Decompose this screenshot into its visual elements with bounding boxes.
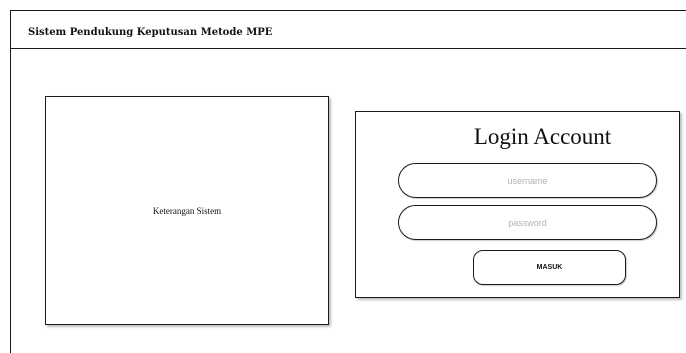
- system-info-panel: Keterangan Sistem: [45, 96, 329, 325]
- system-info-text: Keterangan Sistem: [152, 205, 222, 216]
- password-input[interactable]: [398, 205, 657, 240]
- login-title: Login Account: [473, 124, 612, 149]
- login-submit-button[interactable]: MASUK: [473, 250, 626, 285]
- login-panel: Login Account MASUK: [355, 111, 680, 298]
- app-header: Sistem Pendukung Keputusan Metode MPE: [10, 10, 686, 49]
- app-title: Sistem Pendukung Keputusan Metode MPE: [28, 27, 273, 38]
- username-input[interactable]: [398, 163, 657, 198]
